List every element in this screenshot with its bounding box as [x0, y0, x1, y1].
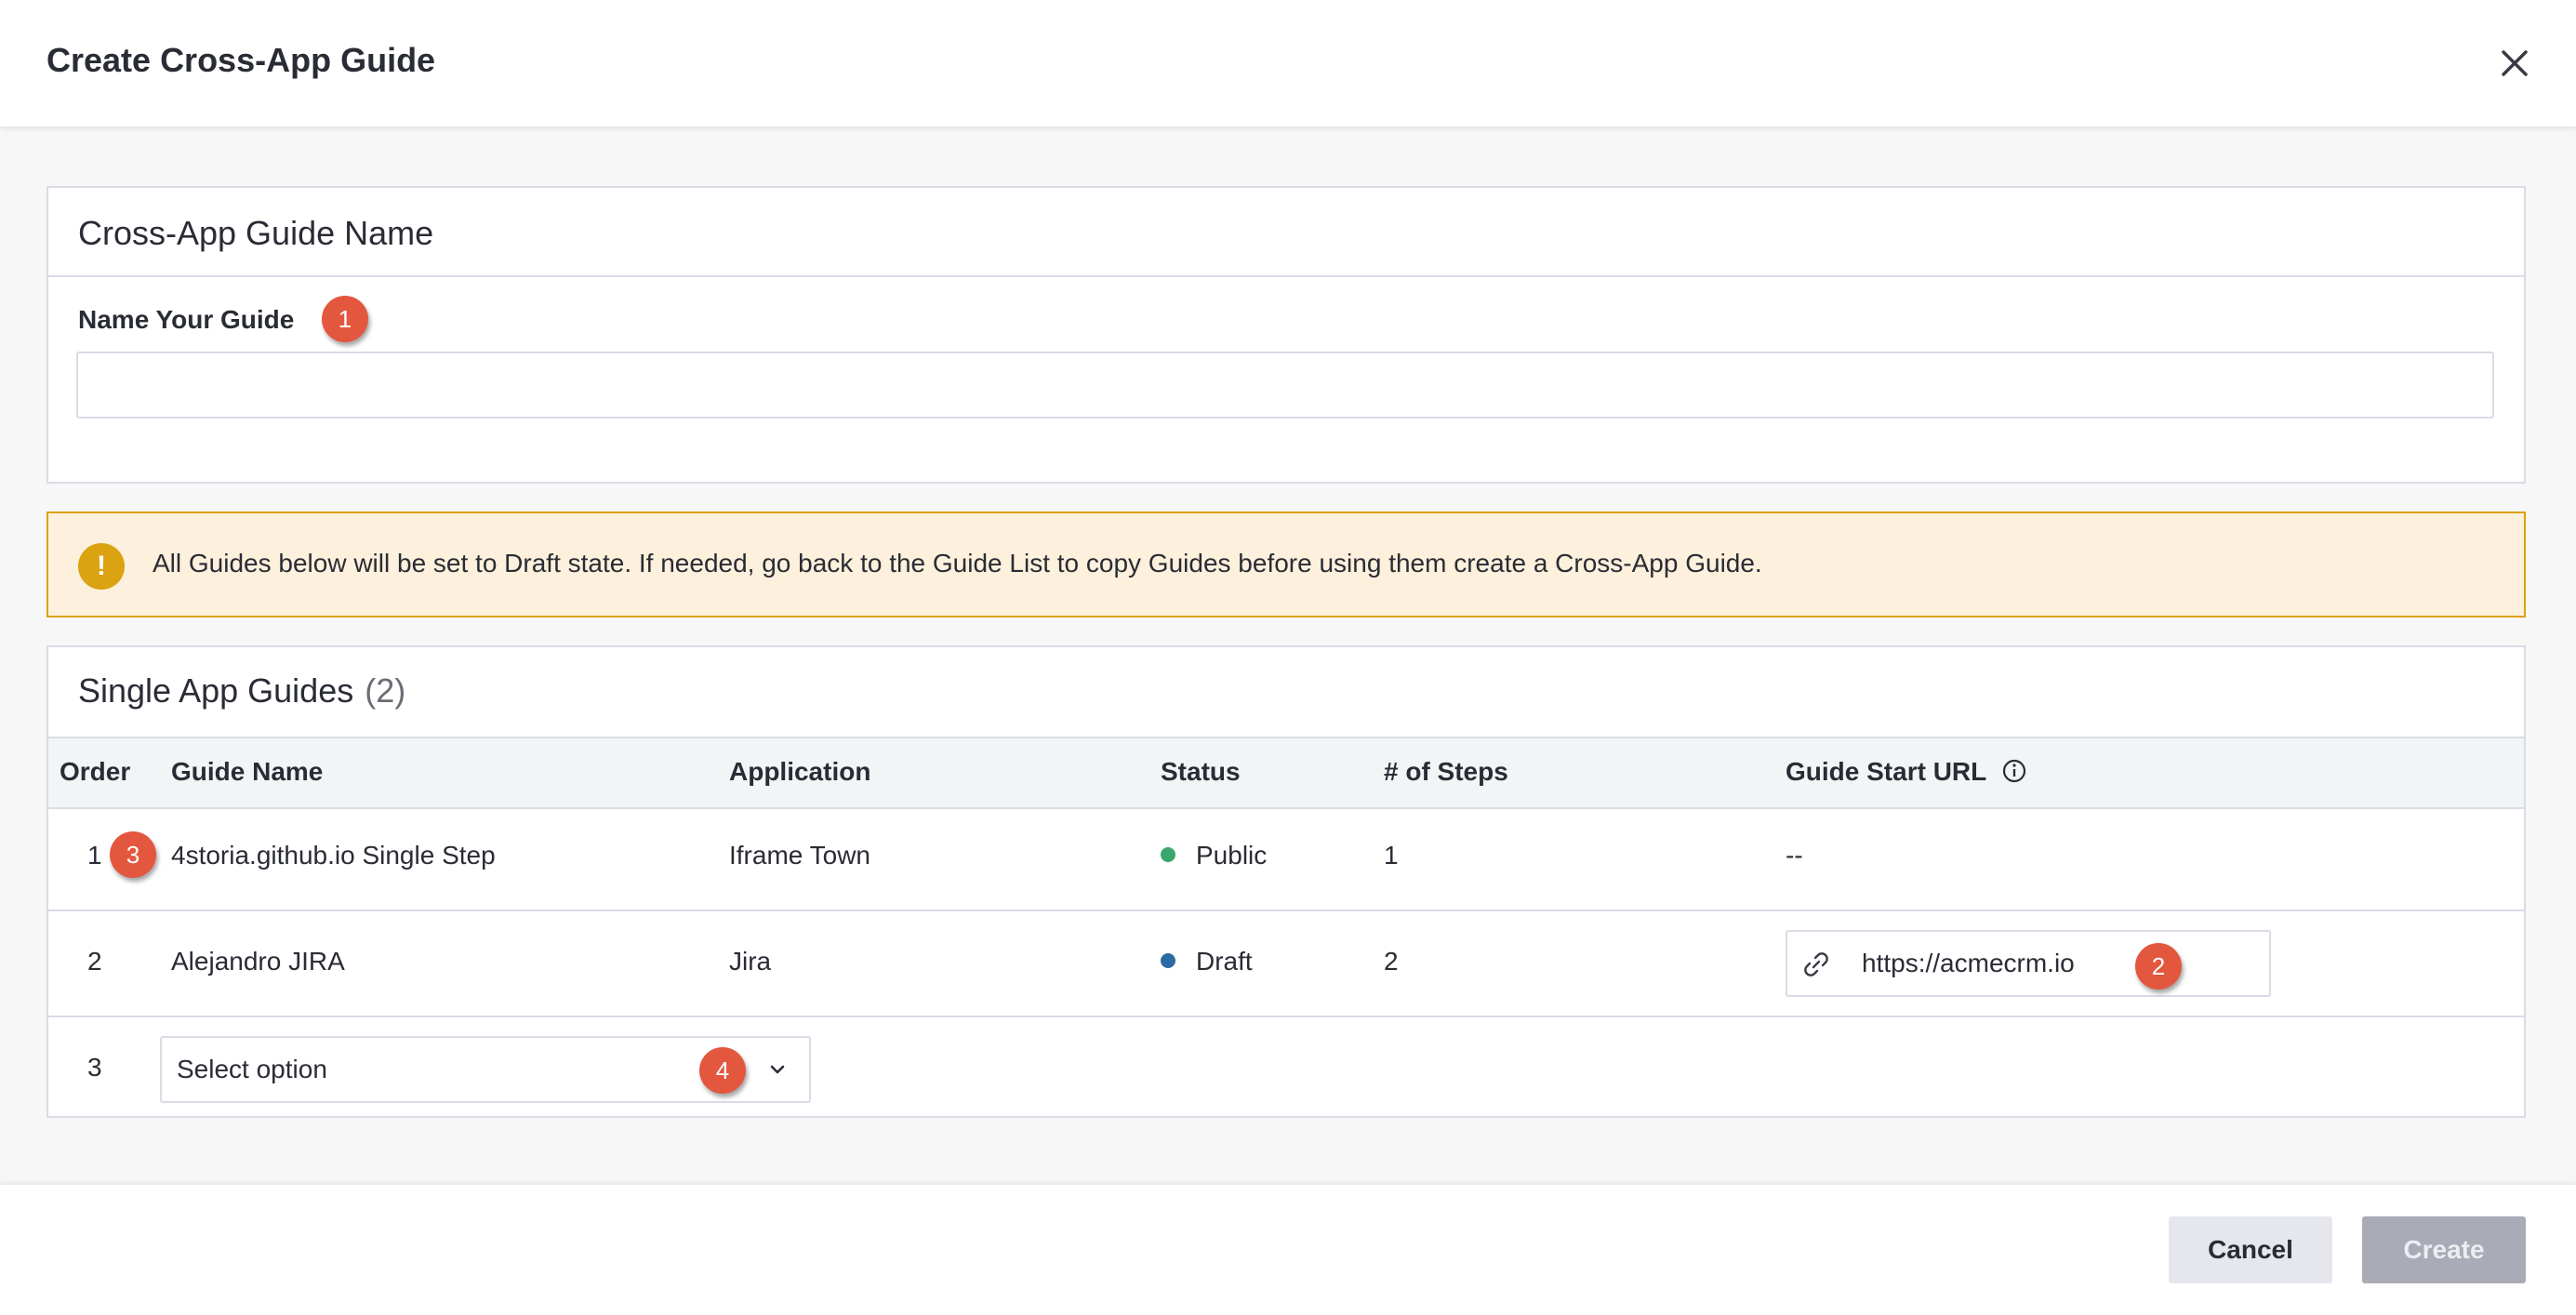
column-header-guide-name: Guide Name — [171, 757, 324, 786]
draft-warning-alert: ! All Guides below will be set to Draft … — [46, 511, 2526, 618]
info-icon[interactable] — [2001, 758, 2027, 784]
guides-panel-title: Single App Guides (2) — [78, 671, 405, 711]
table-row: 1 4storia.github.io Single Step Iframe T… — [48, 805, 2524, 911]
table-row-new: 3 Select option — [48, 1017, 2524, 1116]
start-url-value: https://acmecrm.io — [1862, 949, 2075, 977]
modal-footer: Cancel Create — [0, 1185, 2576, 1315]
alert-text: All Guides below will be set to Draft st… — [153, 549, 1762, 578]
column-header-start-url: Guide Start URL — [1786, 757, 2027, 787]
start-url-input[interactable]: https://acmecrm.io — [1786, 930, 2271, 997]
row-order: 2 — [87, 947, 102, 976]
row-application: Iframe Town — [729, 841, 870, 870]
guide-name-panel: Cross-App Guide Name — [46, 186, 2526, 484]
close-icon[interactable] — [2490, 39, 2539, 87]
guides-title: Single App Guides — [78, 671, 354, 710]
annotation-badge-3: 3 — [110, 831, 156, 878]
row-steps: 2 — [1384, 947, 1399, 976]
guide-name-panel-title: Cross-App Guide Name — [78, 214, 434, 252]
status-dot-public — [1161, 847, 1175, 862]
annotation-badge-4: 4 — [699, 1047, 746, 1094]
cancel-button[interactable]: Cancel — [2169, 1216, 2332, 1283]
annotation-badge-2: 2 — [2135, 943, 2182, 990]
name-field-label: Name Your Guide — [78, 305, 295, 334]
row-application: Jira — [729, 947, 772, 976]
row-start-url: -- — [1786, 841, 1803, 870]
start-url-header-label: Guide Start URL — [1786, 757, 1986, 786]
table-header: Order Guide Name Application Status # of… — [48, 737, 2524, 809]
modal-title: Create Cross-App Guide — [46, 41, 436, 79]
guides-count: (2) — [365, 671, 406, 710]
select-value: Select option — [177, 1055, 327, 1083]
create-button[interactable]: Create — [2362, 1216, 2526, 1283]
single-app-guides-panel: Single App Guides (2) Order Guide Name Ap… — [46, 645, 2526, 1118]
column-header-order: Order — [60, 757, 131, 786]
row-order: 3 — [87, 1053, 102, 1082]
divider — [48, 275, 2524, 277]
warning-icon: ! — [78, 543, 125, 590]
row-guide-name: 4storia.github.io Single Step — [171, 841, 496, 870]
status-label: Draft — [1196, 947, 1253, 976]
guide-name-input[interactable] — [76, 352, 2494, 418]
row-guide-name: Alejandro JIRA — [171, 947, 345, 976]
annotation-badge-1: 1 — [322, 296, 368, 342]
row-order: 1 — [87, 841, 102, 870]
row-status: Public — [1161, 841, 1267, 870]
column-header-status: Status — [1161, 757, 1241, 786]
row-status: Draft — [1161, 947, 1253, 976]
status-dot-draft — [1161, 953, 1175, 968]
status-label: Public — [1196, 841, 1268, 870]
chevron-down-icon — [770, 1065, 785, 1074]
column-header-steps: # of Steps — [1384, 757, 1508, 786]
modal-header: Create Cross-App Guide — [0, 0, 2576, 126]
link-icon — [1804, 952, 1828, 976]
column-header-application: Application — [729, 757, 871, 786]
row-steps: 1 — [1384, 841, 1399, 870]
